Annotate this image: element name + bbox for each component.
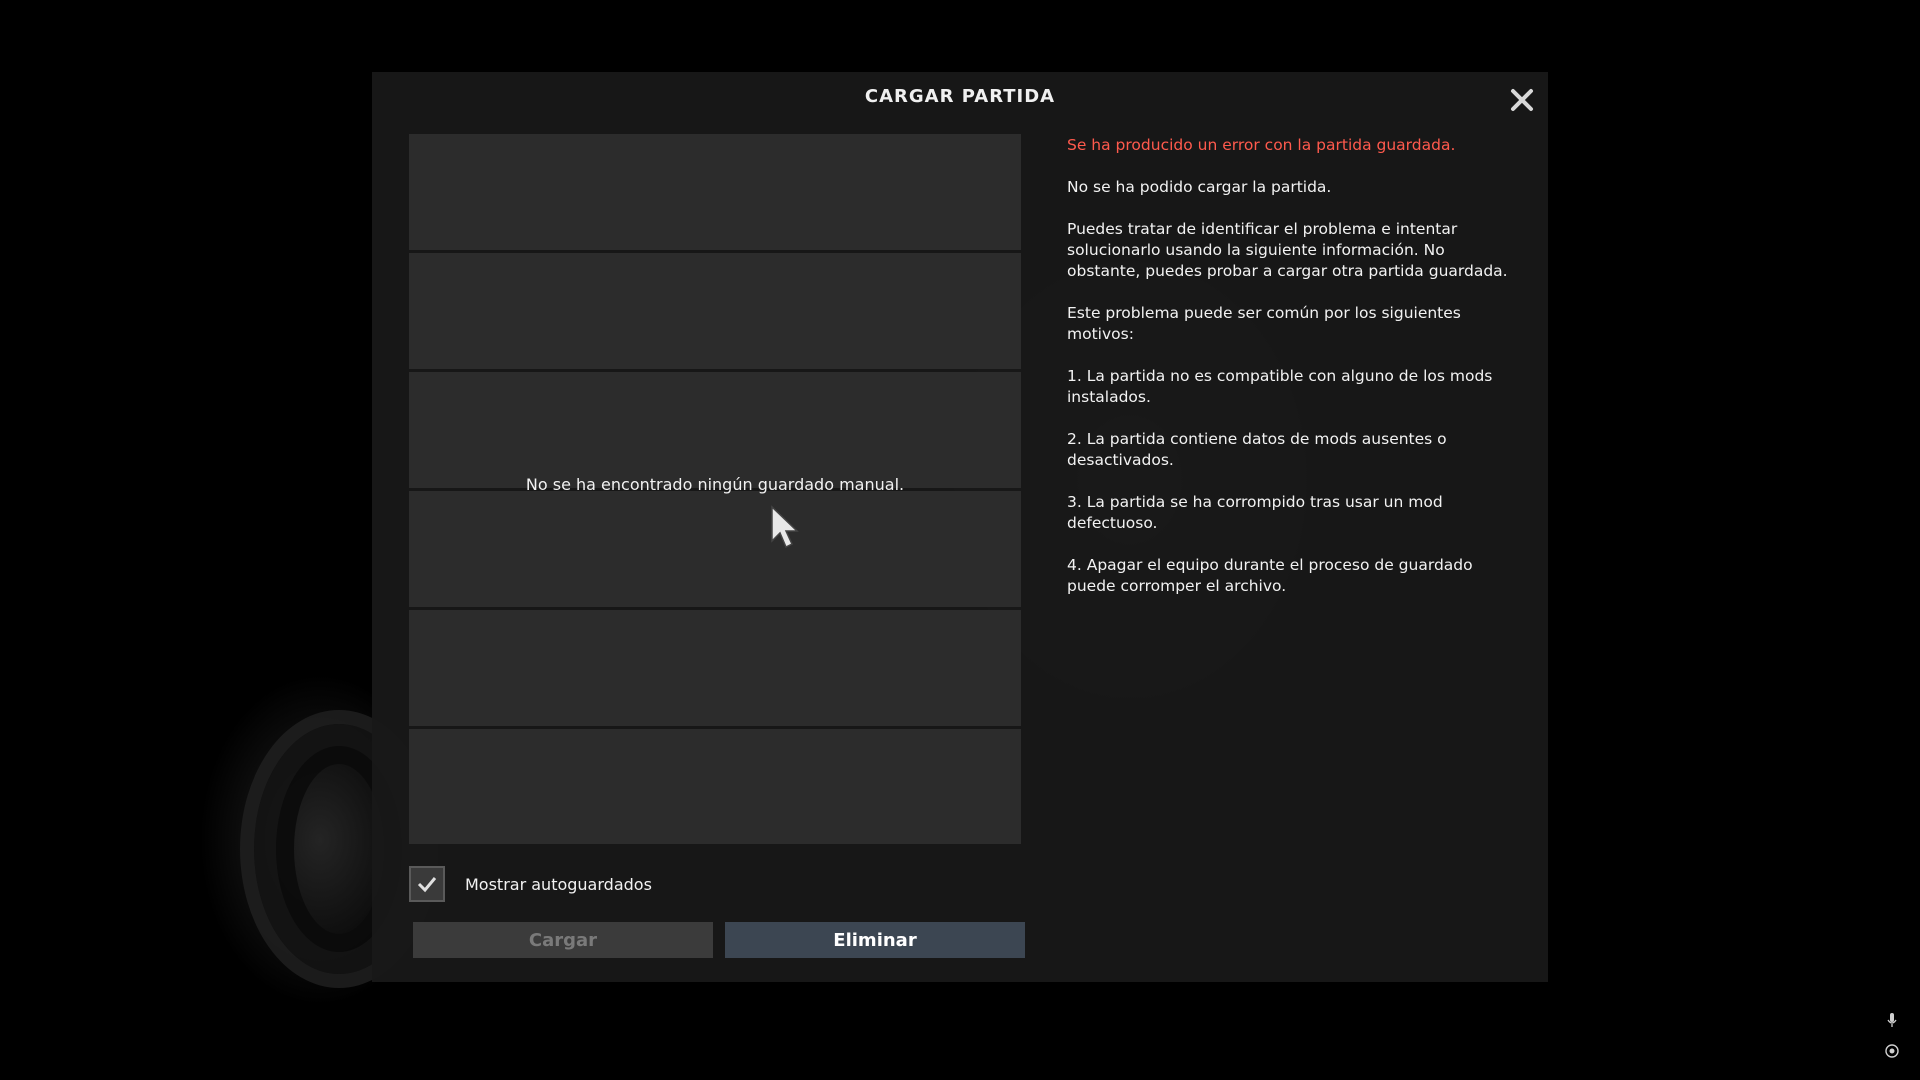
reason-item: 1. La partida no es compatible con algun… [1067, 367, 1493, 406]
info-paragraph: No se ha podido cargar la partida. [1067, 178, 1332, 196]
microphone-icon [1887, 1013, 1897, 1027]
save-slot[interactable] [409, 610, 1021, 726]
autosave-checkbox[interactable] [409, 866, 445, 902]
save-slot[interactable] [409, 134, 1021, 250]
reason-item: 4. Apagar el equipo durante el proceso d… [1067, 556, 1473, 595]
autosave-label: Mostrar autoguardados [465, 874, 652, 894]
error-info-panel: Se ha producido un error con la partida … [1067, 135, 1517, 618]
save-slot[interactable] [409, 729, 1021, 844]
close-icon [1511, 89, 1533, 111]
dialog-title: CARGAR PARTIDA [864, 86, 1056, 107]
save-slot[interactable] [409, 491, 1021, 607]
save-slot[interactable] [409, 253, 1021, 369]
info-paragraph: Este problema puede ser común por los si… [1067, 304, 1461, 343]
error-heading: Se ha producido un error con la partida … [1067, 136, 1456, 154]
save-slot[interactable] [409, 372, 1021, 488]
close-button[interactable] [1506, 84, 1538, 116]
delete-button[interactable]: Eliminar [725, 922, 1025, 958]
target-icon [1885, 1044, 1899, 1058]
reason-item: 2. La partida contiene datos de mods aus… [1067, 430, 1447, 469]
show-autosaves-toggle[interactable]: Mostrar autoguardados [409, 866, 652, 902]
info-paragraph: Puedes tratar de identificar el problema… [1067, 220, 1508, 280]
empty-saves-message: No se ha encontrado ningún guardado manu… [525, 475, 905, 494]
checkmark-icon [417, 877, 437, 893]
mouse-cursor-icon [771, 505, 799, 549]
reason-item: 3. La partida se ha corrompido tras usar… [1067, 493, 1443, 532]
load-button[interactable]: Cargar [413, 922, 713, 958]
